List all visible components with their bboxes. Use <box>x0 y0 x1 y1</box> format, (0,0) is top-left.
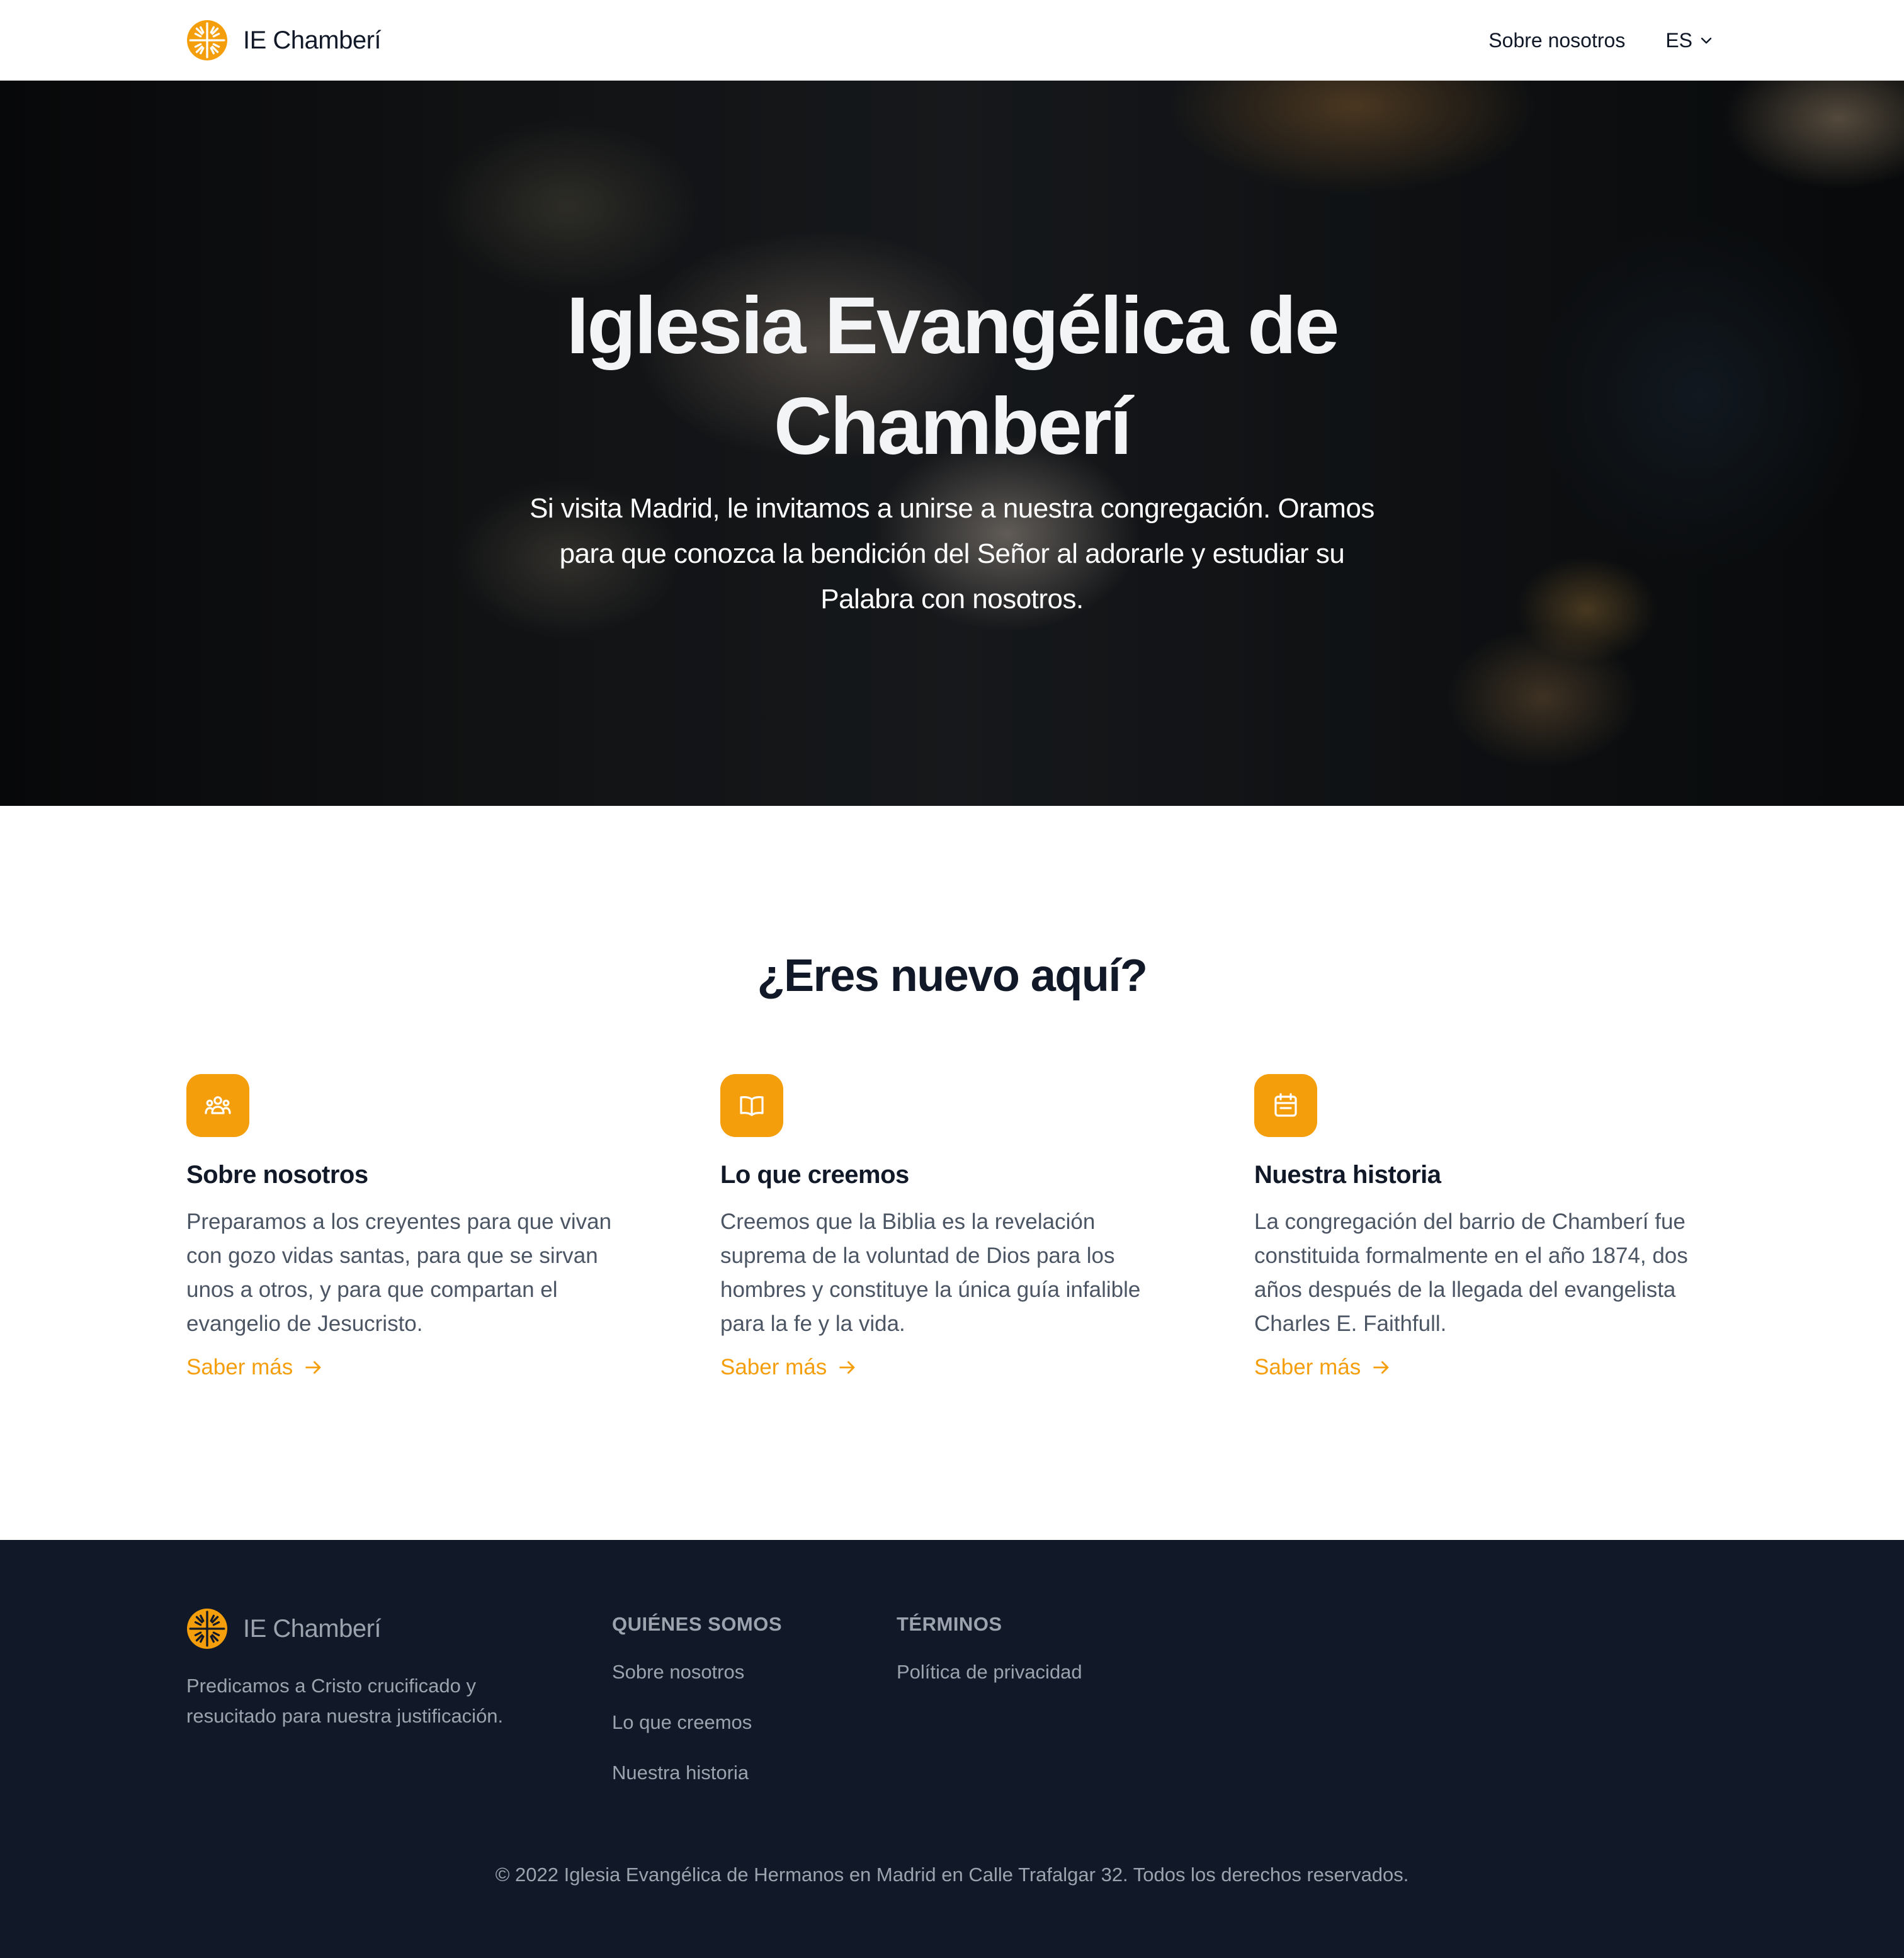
footer-link-lo-que-creemos[interactable]: Lo que creemos <box>612 1707 782 1738</box>
saber-mas-link[interactable]: Saber más <box>1254 1355 1392 1380</box>
saber-mas-label: Saber más <box>186 1355 293 1379</box>
feature-description: Preparamos a los creyentes para que viva… <box>186 1209 612 1336</box>
saber-mas-label: Saber más <box>720 1355 827 1379</box>
nav-link-sobre-nosotros[interactable]: Sobre nosotros <box>1488 29 1625 52</box>
footer-link-list: Política de privacidad <box>897 1657 1082 1687</box>
brand-name: IE Chamberí <box>243 26 382 54</box>
arrow-right-icon <box>839 1361 855 1374</box>
saber-mas-label: Saber más <box>1254 1355 1361 1379</box>
footer-link-sobre-nosotros[interactable]: Sobre nosotros <box>612 1657 782 1687</box>
feature-icon-badge <box>186 1074 249 1137</box>
footer-tagline: Predicamos a Cristo crucificado y resuci… <box>186 1675 504 1727</box>
saber-mas-link[interactable]: Saber más <box>186 1355 324 1380</box>
footer-link-politica-privacidad[interactable]: Política de privacidad <box>897 1657 1082 1687</box>
arrow-right-icon <box>305 1361 321 1374</box>
footer-brand-name: IE Chamberí <box>243 1614 382 1643</box>
feature-card-sobre-nosotros: Sobre nosotros Preparamos a los creyente… <box>186 1074 640 1380</box>
language-selector[interactable]: ES <box>1665 29 1714 52</box>
feature-description: La congregación del barrio de Chamberí f… <box>1254 1209 1688 1336</box>
feature-title: Sobre nosotros <box>186 1161 368 1189</box>
church-logo-icon <box>187 1609 227 1649</box>
hero-title: Iglesia Evangélica de Chamberí <box>566 281 1340 472</box>
site-footer: IE Chamberí Predicamos a Cristo crucific… <box>0 1540 1904 1958</box>
footer-link-nuestra-historia[interactable]: Nuestra historia <box>612 1758 782 1788</box>
language-label: ES <box>1665 28 1692 52</box>
calendar-icon <box>1274 1093 1297 1117</box>
nav-menu: Sobre nosotros ES <box>1488 23 1714 58</box>
church-logo-icon <box>187 20 227 60</box>
feature-title: Lo que creemos <box>720 1161 909 1189</box>
hero-content: Iglesia Evangélica de Chamberí Si visita… <box>0 81 1904 806</box>
footer-brand[interactable]: IE Chamberí <box>186 1608 382 1650</box>
feature-card-lo-que-creemos: Lo que creemos Creemos que la Biblia es … <box>720 1074 1174 1380</box>
top-navbar: IE Chamberí Sobre nosotros ES <box>0 0 1904 81</box>
section-heading: ¿Eres nuevo aquí? <box>757 951 1148 1001</box>
footer-column-quienes-somos: QUIÉNES SOMOS Sobre nosotros Lo que cree… <box>612 1609 782 1808</box>
book-open-icon <box>740 1096 764 1116</box>
footer-link-list: Sobre nosotros Lo que creemos Nuestra hi… <box>612 1657 782 1788</box>
page: IE Chamberí Sobre nosotros ES Iglesia Ev… <box>0 0 1904 1958</box>
brand-link[interactable]: IE Chamberí <box>186 19 382 62</box>
hero-banner: Iglesia Evangélica de Chamberí Si visita… <box>0 81 1904 806</box>
footer-column-title: TÉRMINOS <box>897 1613 1002 1635</box>
arrow-right-icon <box>1373 1361 1389 1374</box>
hero-subtitle: Si visita Madrid, le invitamos a unirse … <box>530 493 1374 614</box>
saber-mas-link[interactable]: Saber más <box>720 1355 858 1380</box>
feature-description: Creemos que la Biblia es la revelación s… <box>720 1209 1141 1336</box>
copyright-text: © 2022 Iglesia Evangélica de Hermanos en… <box>495 1864 1409 1886</box>
feature-icon-badge <box>1254 1074 1317 1137</box>
feature-card-nuestra-historia: Nuestra historia La congregación del bar… <box>1254 1074 1708 1380</box>
footer-column-title: QUIÉNES SOMOS <box>612 1613 783 1635</box>
users-icon <box>205 1096 231 1114</box>
chevron-down-icon <box>1701 37 1712 44</box>
feature-title: Nuestra historia <box>1254 1161 1441 1189</box>
footer-column-terminos: TÉRMINOS Política de privacidad <box>897 1609 1082 1707</box>
feature-icon-badge <box>720 1074 783 1137</box>
